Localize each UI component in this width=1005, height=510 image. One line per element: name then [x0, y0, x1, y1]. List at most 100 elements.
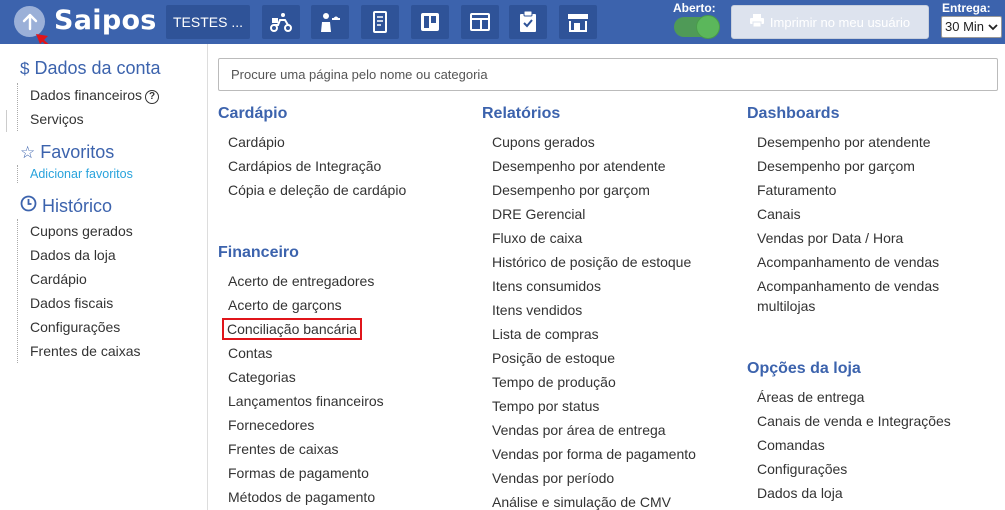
relatorios-title: Relatórios — [482, 105, 561, 122]
menu-link[interactable]: Faturamento — [757, 178, 957, 202]
menu-link[interactable]: Lista de compras — [492, 322, 696, 346]
relatorios-list: Cupons gerados Desempenho por atendente … — [482, 130, 696, 510]
divider — [6, 110, 7, 132]
clipboard-check-icon[interactable] — [509, 5, 547, 39]
star-icon: ☆ — [20, 142, 36, 162]
menu-link[interactable]: DRE Gerencial — [492, 202, 696, 226]
dashboards-list: Desempenho por atendente Desempenho por … — [747, 130, 957, 318]
menu-link[interactable]: Itens consumidos — [492, 274, 696, 298]
menu-link[interactable]: Vendas por forma de pagamento — [492, 442, 696, 466]
open-toggle[interactable] — [674, 15, 720, 39]
financeiro-title: Financeiro — [218, 244, 299, 261]
dollar-icon: $ — [20, 58, 30, 78]
help-icon[interactable]: ? — [145, 90, 160, 104]
menu-link[interactable]: Análise e simulação de CMV — [492, 490, 696, 510]
layout-icon[interactable] — [461, 5, 499, 39]
print-button-label: Imprimir no meu usuário — [769, 14, 911, 30]
menu-link[interactable]: Dados da loja — [757, 481, 951, 505]
menu-link[interactable]: Fluxo de caixa — [492, 226, 696, 250]
financeiro-column: Financeiro Acerto de entregadores Acerto… — [218, 241, 384, 509]
history-item[interactable]: Dados da loja — [30, 243, 141, 267]
store-icon[interactable] — [559, 5, 597, 39]
dashboards-column: Dashboards Desempenho por atendente Dese… — [747, 102, 957, 318]
history-section-title[interactable]: Histórico — [20, 195, 112, 217]
dashboards-title: Dashboards — [747, 105, 840, 122]
history-title-label: Histórico — [42, 195, 113, 216]
receipt-phone-icon[interactable] — [361, 5, 399, 39]
chevron-down-icon — [988, 17, 998, 43]
favorites-section-title[interactable]: ☆ Favoritos — [20, 142, 114, 163]
menu-link[interactable]: Desempenho por atendente — [492, 154, 696, 178]
add-favorites-link[interactable]: Adicionar favoritos — [30, 165, 133, 183]
delivery-time-value: 30 Min — [945, 19, 985, 34]
opcoes-loja-list: Áreas de entrega Canais de venda e Integ… — [747, 385, 951, 505]
highlighted-link-label[interactable]: Conciliação bancária — [222, 318, 362, 340]
menu-link[interactable]: Cardápio — [228, 130, 406, 154]
cardapio-column: Cardápio Cardápio Cardápios de Integraçã… — [218, 102, 406, 202]
menu-link[interactable]: Canais — [757, 202, 957, 226]
menu-link[interactable]: Desempenho por atendente — [757, 130, 957, 154]
menu-link[interactable]: Contas — [228, 341, 384, 365]
menu-link[interactable]: Histórico de posição de estoque — [492, 250, 696, 274]
relatorios-column: Relatórios Cupons gerados Desempenho por… — [482, 102, 696, 510]
menu-link[interactable]: Posição de estoque — [492, 346, 696, 370]
clock-icon — [20, 195, 37, 217]
menu-link[interactable]: Cupons gerados — [492, 130, 696, 154]
history-item[interactable]: Frentes de caixas — [30, 339, 141, 363]
menu-link[interactable]: Lançamentos financeiros — [228, 389, 384, 413]
toggle-knob — [696, 15, 720, 39]
menu-link[interactable]: Vendas por Data / Hora — [757, 226, 957, 250]
history-item[interactable]: Dados fiscais — [30, 291, 141, 315]
menu-link[interactable]: Cópia e deleção de cardápio — [228, 178, 406, 202]
account-list: Dados financeiros? Serviços — [17, 83, 197, 131]
top-bar: Saipos TESTES ... Aberto: Imprimir no me… — [0, 0, 1005, 44]
print-button[interactable]: Imprimir no meu usuário — [731, 5, 929, 39]
menu-link[interactable]: Categorias — [228, 365, 384, 389]
sidebar-item-servicos[interactable]: Serviços — [30, 107, 197, 131]
account-section-title[interactable]: $ Dados da conta — [20, 58, 161, 79]
history-list: Cupons gerados Dados da loja Cardápio Da… — [17, 219, 141, 363]
menu-link[interactable]: Vendas por área de entrega — [492, 418, 696, 442]
menu-link[interactable]: Configurações — [757, 457, 951, 481]
store-selector-button[interactable]: TESTES ... — [166, 5, 250, 39]
delivery-label: Entrega: — [942, 1, 991, 15]
opcoes-loja-title: Opções da loja — [747, 360, 861, 377]
kanban-icon[interactable] — [411, 5, 449, 39]
financeiro-list: Acerto de entregadores Acerto de garçons… — [218, 269, 384, 509]
favorites-list: Adicionar favoritos — [17, 165, 133, 183]
history-item[interactable]: Cupons gerados — [30, 219, 141, 243]
menu-link[interactable]: Desempenho por garçom — [492, 178, 696, 202]
menu-link[interactable]: Itens vendidos — [492, 298, 696, 322]
conciliacao-bancaria-link[interactable]: Conciliação bancária — [222, 317, 384, 341]
favorites-title-label: Favoritos — [40, 142, 115, 162]
sidebar-item-dados-financeiros[interactable]: Dados financeiros? — [30, 83, 197, 107]
menu-link[interactable]: Métodos de pagamento — [228, 485, 384, 509]
menu-link[interactable]: Desempenho por garçom — [757, 154, 957, 178]
menu-link[interactable]: Tempo por status — [492, 394, 696, 418]
account-title-label: Dados da conta — [34, 58, 161, 78]
menu-link[interactable]: Acerto de garçons — [228, 293, 384, 317]
menu-link[interactable]: Tempo de produção — [492, 370, 696, 394]
sidebar: $ Dados da conta Dados financeiros? Serv… — [0, 44, 208, 510]
menu-link[interactable]: Vendas por período — [492, 466, 696, 490]
menu-link[interactable]: Frentes de caixas — [228, 437, 384, 461]
printer-icon — [749, 14, 764, 30]
menu-link[interactable]: Formas de pagamento — [228, 461, 384, 485]
waiter-icon[interactable] — [311, 5, 349, 39]
menu-link[interactable]: Cardápios de Integração — [228, 154, 406, 178]
menu-link[interactable]: Áreas de entrega — [757, 385, 951, 409]
menu-link[interactable]: Acompanhamento de vendas — [757, 250, 957, 274]
menu-link[interactable]: Acerto de entregadores — [228, 269, 384, 293]
logo[interactable]: Saipos — [54, 3, 157, 39]
history-item[interactable]: Cardápio — [30, 267, 141, 291]
menu-link[interactable]: Comandas — [757, 433, 951, 457]
menu-link[interactable]: Canais de venda e Integrações — [757, 409, 951, 433]
search-input[interactable] — [218, 58, 998, 91]
cardapio-list: Cardápio Cardápios de Integração Cópia e… — [218, 130, 406, 202]
opcoes-loja-column: Opções da loja Áreas de entrega Canais d… — [747, 357, 951, 505]
menu-link[interactable]: Fornecedores — [228, 413, 384, 437]
history-item[interactable]: Configurações — [30, 315, 141, 339]
delivery-time-select[interactable]: 30 Min — [941, 16, 1002, 38]
menu-link[interactable]: Acompanhamento de vendas multilojas — [757, 274, 957, 318]
delivery-scooter-icon[interactable] — [262, 5, 300, 39]
